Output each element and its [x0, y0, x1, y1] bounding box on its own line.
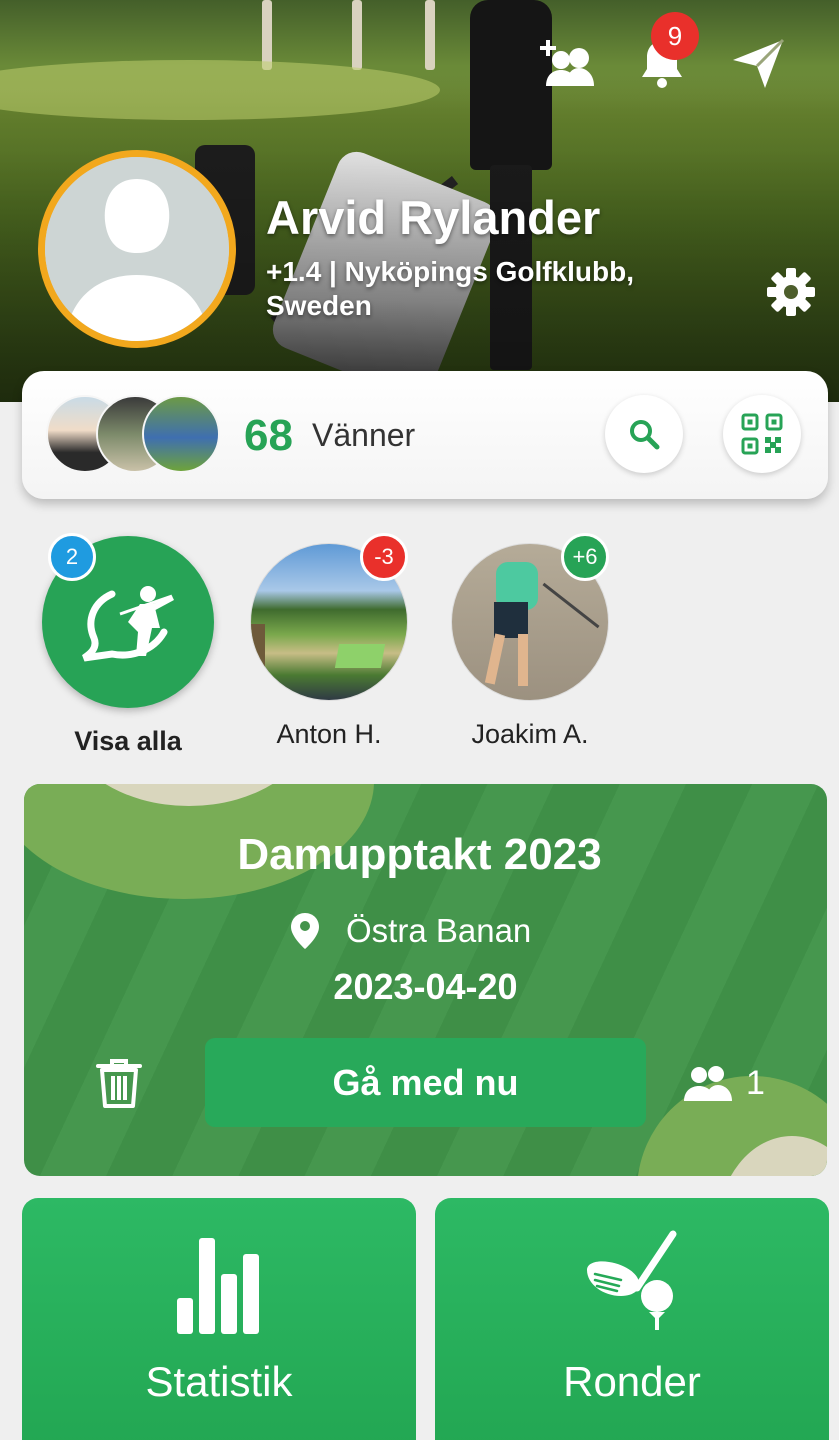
- participants-count: 1: [746, 1064, 765, 1102]
- friends-card[interactable]: 68 Vänner: [22, 371, 828, 499]
- qr-code-button[interactable]: [723, 395, 801, 473]
- event-location: Östra Banan: [290, 912, 531, 950]
- rounds-label: Ronder: [563, 1358, 701, 1405]
- story-anton[interactable]: -3 Anton H.: [234, 533, 424, 750]
- cover-tree-trunk: [425, 0, 435, 70]
- default-avatar-silhouette-icon: [45, 157, 229, 341]
- add-friend-icon: [540, 40, 594, 86]
- story-badge-text: -3: [374, 544, 394, 569]
- search-icon: [630, 420, 660, 450]
- story-badge: +6: [561, 533, 609, 581]
- event-date: 2023-04-20: [333, 966, 518, 1007]
- event-participants[interactable]: 1: [682, 1064, 765, 1103]
- friends-label: Vänner: [312, 417, 416, 453]
- delete-event-button[interactable]: [92, 1056, 146, 1110]
- cover-fairway: [0, 60, 440, 120]
- notification-count-badge: 9: [651, 12, 699, 60]
- profile-avatar[interactable]: [38, 150, 236, 348]
- gear-icon: [767, 268, 815, 316]
- story-badge-text: +6: [572, 544, 598, 569]
- golf-club-ball-icon: [587, 1230, 677, 1330]
- statistics-tile[interactable]: Statistik: [22, 1198, 416, 1440]
- story-badge: -3: [360, 533, 408, 581]
- story-show-all[interactable]: 2 Visa alla: [33, 533, 223, 757]
- bar-chart-icon: [177, 1238, 259, 1334]
- profile-handicap-club: +1.4 | Nyköpings Golfklubb, Sweden: [266, 256, 635, 321]
- story-label: Anton H.: [276, 719, 382, 749]
- event-title: Damupptakt 2023: [237, 830, 602, 879]
- story-badge: 2: [48, 533, 96, 581]
- qr-code-icon: [741, 413, 783, 455]
- search-friends-button[interactable]: [605, 395, 683, 473]
- settings-button[interactable]: [765, 266, 817, 318]
- friends-count: 68: [244, 411, 293, 460]
- trash-icon: [96, 1059, 142, 1108]
- send-icon: [733, 38, 785, 88]
- story-joakim[interactable]: +6 Joakim A.: [435, 533, 625, 750]
- add-friend-button[interactable]: [533, 30, 599, 96]
- cover-tree-trunk: [352, 0, 362, 70]
- profile-name: Arvid Rylander: [266, 191, 601, 244]
- join-event-button[interactable]: Gå med nu: [205, 1038, 646, 1127]
- event-location-text: Östra Banan: [346, 912, 532, 949]
- statistics-label: Statistik: [145, 1358, 293, 1405]
- friend-avatar: [142, 395, 220, 473]
- location-pin-icon: [291, 913, 319, 949]
- cover-tree-trunk: [262, 0, 272, 70]
- rounds-tile[interactable]: Ronder: [435, 1198, 829, 1440]
- story-label: Visa alla: [74, 726, 182, 756]
- top-action-bar: 9: [533, 12, 791, 96]
- notifications-button[interactable]: 9: [629, 12, 699, 96]
- send-message-button[interactable]: [725, 30, 791, 96]
- story-label: Joakim A.: [471, 719, 589, 749]
- people-icon: [684, 1065, 732, 1101]
- story-badge-text: 2: [65, 544, 79, 569]
